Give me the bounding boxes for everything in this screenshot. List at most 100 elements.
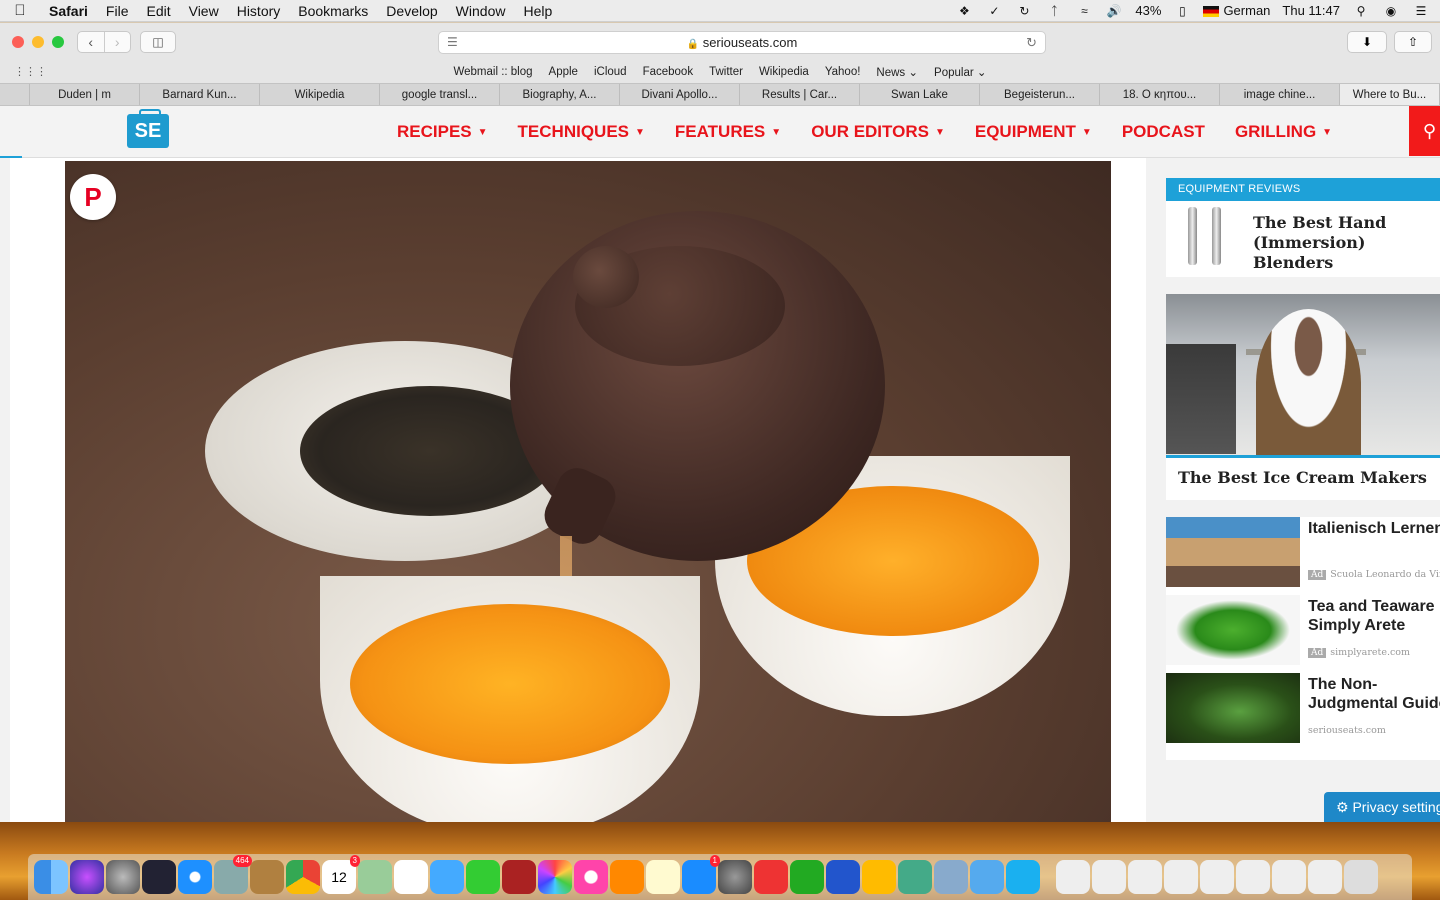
books-icon[interactable]	[610, 860, 644, 894]
notification-center-icon[interactable]: ☰	[1412, 4, 1430, 18]
tab-7[interactable]: Results | Car...	[740, 84, 860, 105]
volume-icon[interactable]: 🔊	[1105, 4, 1123, 18]
video-title[interactable]: The Best Ice Cream Makers	[1166, 458, 1440, 497]
bookmark-apple[interactable]: Apple	[549, 66, 578, 78]
reload-icon[interactable]: ↻	[1026, 32, 1037, 53]
clock[interactable]: Thu 11:47	[1282, 3, 1340, 18]
ad-title[interactable]: Tea and Teaware Simply Arete	[1308, 597, 1435, 635]
ad-thumbnail[interactable]	[1166, 673, 1300, 743]
ad-title[interactable]: Italienisch Lernen	[1308, 519, 1440, 538]
ad-item[interactable]: The Non- Judgmental Guide seriouseats.com	[1166, 673, 1440, 751]
equipment-card[interactable]: The Best Hand (Immersion) Blenders	[1166, 201, 1440, 277]
tab-6[interactable]: Divani Apollo...	[620, 84, 740, 105]
bookmark-news-folder[interactable]: News ⌄	[876, 65, 918, 79]
tab-2[interactable]: Barnard Kun...	[140, 84, 260, 105]
menu-history[interactable]: History	[228, 3, 290, 19]
equipment-card-title[interactable]: The Best Hand (Immersion) Blenders	[1253, 213, 1433, 273]
ad-title[interactable]: The Non- Judgmental Guide	[1308, 675, 1440, 713]
facetime-icon[interactable]	[466, 860, 500, 894]
excel-icon[interactable]	[790, 860, 824, 894]
reader-icon[interactable]: ☰	[447, 32, 458, 53]
tab-0[interactable]	[0, 84, 30, 105]
maps-icon[interactable]	[358, 860, 392, 894]
minimized-window-thumbnail[interactable]	[1056, 860, 1090, 894]
app-store-icon[interactable]: 1	[682, 855, 720, 894]
minimize-window-button[interactable]	[32, 36, 44, 48]
tab-1[interactable]: Duden | m	[30, 84, 140, 105]
itunes-icon[interactable]	[574, 860, 608, 894]
top-sites-grid-icon[interactable]: ⋮⋮⋮	[14, 65, 47, 78]
wifi-icon[interactable]: ≈	[1075, 4, 1093, 18]
bookmark-twitter[interactable]: Twitter	[709, 66, 743, 78]
privacy-settings-button[interactable]: ⚙ Privacy settings	[1324, 792, 1440, 822]
site-search-button[interactable]: ⚲	[1409, 106, 1440, 156]
ad-item[interactable]: Tea and Teaware Simply Arete Ad simplyaret…	[1166, 595, 1440, 673]
minimized-window-thumbnail[interactable]	[1236, 860, 1270, 894]
bookmark-popular-folder[interactable]: Popular ⌄	[934, 65, 986, 79]
menu-edit[interactable]: Edit	[137, 3, 179, 19]
finder-icon[interactable]	[34, 860, 68, 894]
photo-booth-icon[interactable]	[502, 860, 536, 894]
powerpoint-icon[interactable]	[754, 860, 788, 894]
battery-percent[interactable]: 43%	[1135, 3, 1161, 18]
menu-develop[interactable]: Develop	[377, 3, 446, 19]
pinterest-save-button[interactable]: P	[70, 174, 116, 220]
tab-5[interactable]: Biography, A...	[500, 84, 620, 105]
word-icon[interactable]	[826, 860, 860, 894]
contacts-icon[interactable]	[250, 860, 284, 894]
nav-equipment[interactable]: EQUIPMENT ▼	[960, 122, 1107, 142]
tab-8[interactable]: Swan Lake	[860, 84, 980, 105]
close-window-button[interactable]	[12, 36, 24, 48]
sidebar-toggle-button[interactable]: ◫	[140, 31, 176, 53]
reminders-icon[interactable]	[394, 860, 428, 894]
nav-our-editors[interactable]: OUR EDITORS ▼	[796, 122, 960, 142]
menu-window[interactable]: Window	[447, 3, 515, 19]
nav-podcast[interactable]: PODCAST	[1107, 122, 1220, 142]
downloads-button[interactable]: ⬇	[1347, 31, 1387, 53]
menu-bookmarks[interactable]: Bookmarks	[289, 3, 377, 19]
preview-icon[interactable]	[934, 860, 968, 894]
tab-12[interactable]: Where to Bu...	[1340, 84, 1440, 105]
tab-11[interactable]: image chine...	[1220, 84, 1340, 105]
forward-button[interactable]: ›	[103, 32, 131, 52]
time-machine-icon[interactable]: ↻	[1015, 4, 1033, 18]
menu-help[interactable]: Help	[514, 3, 561, 19]
photos-icon[interactable]	[538, 860, 572, 894]
apple-icon[interactable]: 	[0, 2, 40, 19]
minimized-window-thumbnail[interactable]	[1128, 860, 1162, 894]
chrome-icon[interactable]	[286, 860, 320, 894]
users-app-icon[interactable]	[970, 860, 1004, 894]
site-logo[interactable]: SE	[127, 109, 169, 148]
network-app-icon[interactable]	[898, 860, 932, 894]
video-card[interactable]: The Best Ice Cream Makers	[1166, 294, 1440, 500]
minimized-window-thumbnail[interactable]	[1272, 860, 1306, 894]
ad-item[interactable]: Italienisch Lernen Ad Scuola Leonardo da …	[1166, 517, 1440, 595]
input-source[interactable]: German	[1203, 3, 1270, 18]
bookmark-yahoo[interactable]: Yahoo!	[825, 66, 861, 78]
minimized-window-thumbnail[interactable]	[1308, 860, 1342, 894]
minimized-window-thumbnail[interactable]	[1092, 860, 1126, 894]
equipment-reviews-header[interactable]: EQUIPMENT REVIEWS	[1166, 178, 1440, 201]
bookmark-wikipedia[interactable]: Wikipedia	[759, 66, 809, 78]
tab-9[interactable]: Begeisterun...	[980, 84, 1100, 105]
bookmark-webmail[interactable]: Webmail :: blog	[453, 66, 532, 78]
calendar-icon[interactable]: 12 3	[322, 855, 360, 894]
battery-icon[interactable]: ▯	[1173, 4, 1191, 18]
share-button[interactable]: ⇧	[1394, 31, 1432, 53]
minimized-window-thumbnail[interactable]	[1164, 860, 1198, 894]
nav-grilling[interactable]: GRILLING ▼	[1220, 122, 1347, 142]
menu-app-name[interactable]: Safari	[40, 3, 97, 19]
trash-icon[interactable]	[1344, 860, 1378, 894]
dropbox-icon[interactable]: ❖	[955, 4, 973, 18]
nav-recipes[interactable]: RECIPES ▼	[382, 122, 503, 142]
nav-features[interactable]: FEATURES ▼	[660, 122, 796, 142]
address-bar[interactable]: ☰ 🔒 seriouseats.com ↻	[438, 31, 1046, 54]
notes-icon[interactable]	[646, 860, 680, 894]
tab-10[interactable]: 18. Ο κηπου...	[1100, 84, 1220, 105]
bluetooth-icon[interactable]: ᛏ	[1045, 4, 1063, 18]
skype-icon[interactable]	[1006, 860, 1040, 894]
messages-icon[interactable]	[430, 860, 464, 894]
bookmark-icloud[interactable]: iCloud	[594, 66, 627, 78]
mail-icon[interactable]: 464	[214, 855, 252, 894]
bookmark-facebook[interactable]: Facebook	[643, 66, 694, 78]
